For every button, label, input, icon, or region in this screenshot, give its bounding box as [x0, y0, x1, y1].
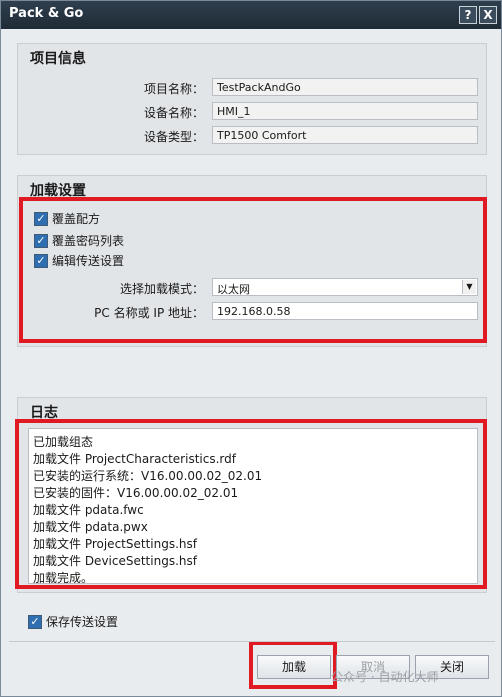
project-name-row: 项目名称：: [18, 78, 204, 98]
save-transfer-settings-label: 保存传送设置: [46, 615, 119, 629]
help-button[interactable]: ?: [459, 6, 477, 24]
watermark: 公众号 · 自动化大师: [331, 670, 439, 684]
device-name-row: 设备名称：: [18, 102, 204, 122]
log-highlight: [15, 419, 487, 589]
load-button[interactable]: 加载: [257, 655, 331, 679]
device-type-row: 设备类型：: [18, 126, 204, 146]
device-name-label: 设备名称：: [143, 106, 204, 120]
divider: [9, 641, 495, 642]
device-name-field: HMI_1: [212, 102, 478, 120]
device-type-label: 设备类型：: [143, 130, 204, 144]
project-info-section: 项目信息 项目名称： TestPackAndGo 设备名称： HMI_1 设备类…: [17, 43, 487, 155]
load-settings-highlight: [19, 197, 487, 343]
device-type-field: TP1500 Comfort: [212, 126, 478, 144]
project-name-label: 项目名称：: [143, 82, 204, 96]
project-name-field: TestPackAndGo: [212, 78, 478, 96]
save-transfer-settings-checkbox[interactable]: ✓ 保存传送设置: [28, 613, 118, 630]
title-bar: Pack & Go ? X: [1, 1, 501, 29]
project-info-title: 项目信息: [30, 51, 86, 67]
window-title: Pack & Go: [9, 6, 84, 21]
checkmark-icon: ✓: [28, 614, 42, 629]
pack-and-go-dialog: Pack & Go ? X 项目信息 项目名称： TestPackAndGo 设…: [0, 0, 502, 697]
close-window-button[interactable]: X: [479, 6, 497, 24]
